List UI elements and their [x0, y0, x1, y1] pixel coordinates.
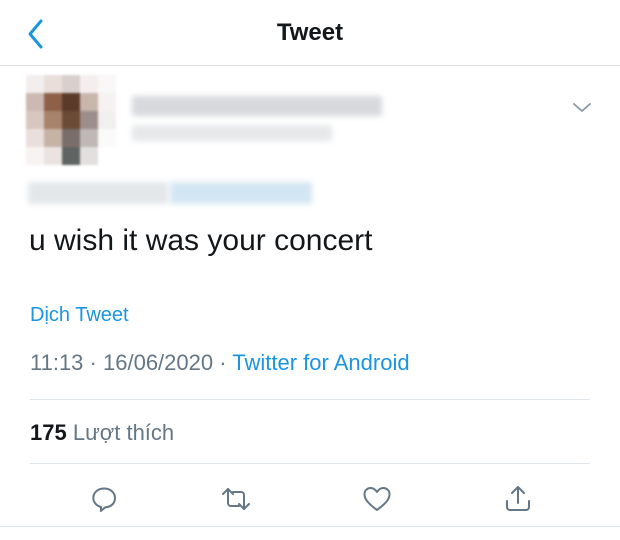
navigation-header: Tweet [0, 0, 620, 66]
like-button[interactable] [359, 481, 395, 517]
handle-redacted-2 [170, 182, 312, 204]
handle-redacted [28, 182, 168, 204]
retweet-icon [222, 488, 250, 510]
tweet-actions-bar [0, 475, 620, 523]
divider [30, 399, 590, 400]
tweet-time: 11:13 [30, 350, 84, 375]
more-options-button[interactable] [570, 96, 594, 120]
retweet-button[interactable] [218, 481, 254, 517]
page-title: Tweet [276, 19, 344, 46]
bottom-divider [0, 526, 620, 527]
reply-button[interactable] [86, 481, 122, 517]
likes-label: Lượt thích [72, 420, 175, 445]
reply-icon [92, 487, 116, 512]
tweet-metadata: 11:13 · 16/06/2020 · Twitter for Android [30, 348, 410, 378]
tweet-source-link[interactable]: Twitter for Android [232, 350, 409, 375]
tweet-date: 16/06/2020 [103, 350, 214, 375]
display-name-redacted-2 [132, 125, 332, 141]
share-button[interactable] [500, 481, 536, 517]
meta-separator-2: · [219, 350, 227, 375]
translate-tweet-link[interactable]: Dịch Tweet [30, 302, 129, 328]
divider-2 [30, 463, 590, 464]
chevron-down-icon [573, 103, 591, 112]
avatar[interactable] [26, 75, 116, 165]
tweet-text: u wish it was your concert [29, 224, 373, 257]
meta-separator: · [89, 350, 97, 375]
display-name-redacted [132, 96, 382, 116]
heart-icon [363, 487, 391, 511]
share-icon [506, 486, 530, 511]
likes-stat[interactable]: 175 Lượt thích [30, 418, 174, 448]
likes-count: 175 [30, 420, 67, 445]
